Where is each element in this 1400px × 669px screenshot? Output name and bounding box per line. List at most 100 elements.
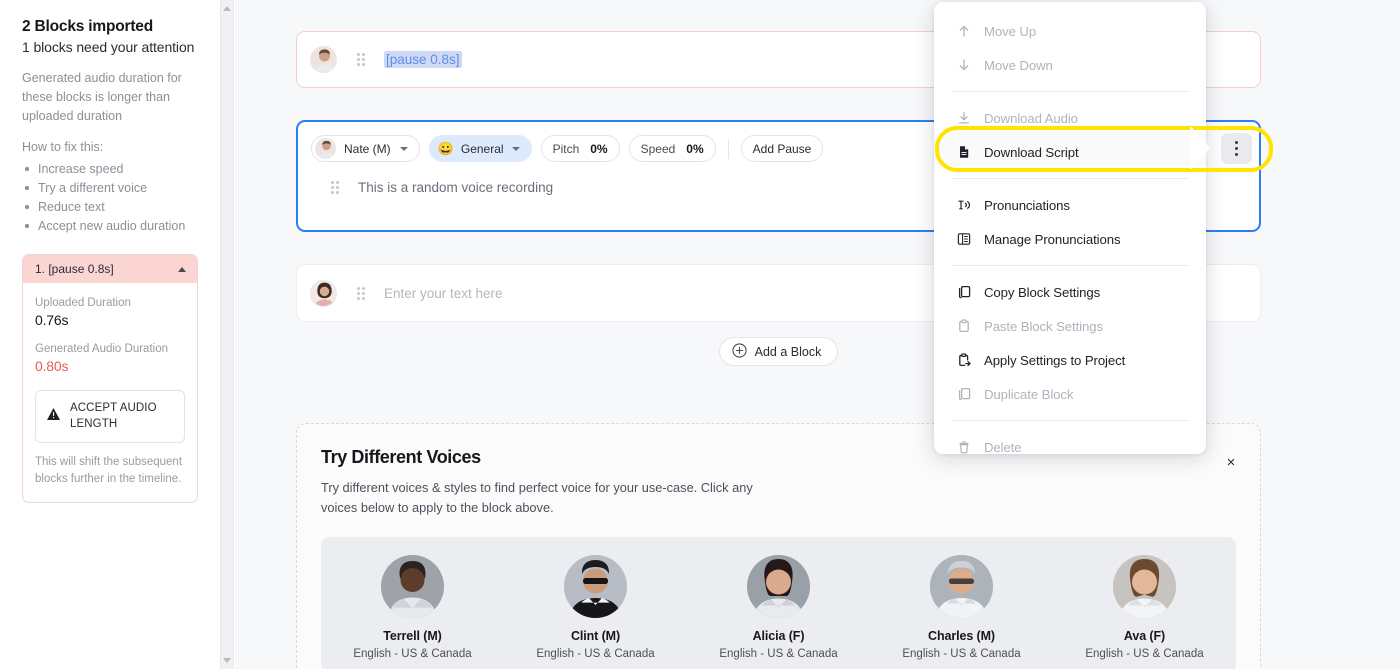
voice-language: English - US & Canada: [536, 647, 655, 660]
list-item: Increase speed: [22, 160, 206, 179]
menu-item-download-script[interactable]: Download Script: [934, 135, 1206, 169]
trash-icon: [956, 440, 971, 455]
download-icon: [956, 111, 971, 126]
voice-name: Ava (F): [1123, 628, 1166, 643]
fix-suggestions-list: Increase speed Try a different voice Red…: [22, 160, 206, 236]
voice-card-alicia[interactable]: Alicia (F) English - US & Canada: [687, 554, 870, 660]
list-item: Reduce text: [22, 198, 206, 217]
menu-item-duplicate-block[interactable]: Duplicate Block: [934, 377, 1206, 411]
block-more-options-button[interactable]: [1221, 133, 1252, 164]
block-context-menu: Move Up Move Down Download Audio Downloa…: [934, 2, 1206, 455]
pitch-label: Pitch: [552, 141, 580, 156]
menu-item-pronunciations[interactable]: Pronunciations: [934, 188, 1206, 222]
chevron-down-icon: [399, 146, 408, 151]
charles-avatar: [930, 554, 993, 618]
accept-audio-note: This will shift the subsequent blocks fu…: [35, 455, 183, 485]
clipboard-icon: [956, 319, 971, 334]
drag-handle-icon[interactable]: [357, 53, 368, 66]
style-selector-label: General: [460, 141, 504, 156]
voice-name: Clint (M): [570, 628, 621, 643]
app-root: 2 Blocks imported 1 blocks need your att…: [0, 0, 1400, 669]
voice-name: Alicia (F): [752, 628, 805, 643]
scroll-up-arrow-icon[interactable]: [223, 6, 231, 11]
drag-handle-icon[interactable]: [331, 181, 342, 194]
alicia-avatar: [747, 554, 810, 618]
voice-language: English - US & Canada: [902, 647, 1021, 660]
voice-card-terrell[interactable]: Terrell (M) English - US & Canada: [321, 554, 504, 660]
pitch-value: 0%: [590, 141, 608, 156]
menu-item-move-up[interactable]: Move Up: [934, 14, 1206, 48]
ava-avatar: [1113, 554, 1176, 618]
menu-item-label: Move Down: [984, 57, 1053, 73]
menu-item-paste-block-settings[interactable]: Paste Block Settings: [934, 309, 1206, 343]
clint-avatar: [564, 554, 627, 618]
menu-item-copy-block-settings[interactable]: Copy Block Settings: [934, 275, 1206, 309]
menu-item-label: Move Up: [984, 23, 1037, 39]
menu-separator: [951, 91, 1189, 92]
voice-card-charles[interactable]: Charles (M) English - US & Canada: [870, 554, 1053, 660]
menu-item-label: Copy Block Settings: [984, 284, 1101, 300]
voice-card-list: Terrell (M) English - US & Canada Clint …: [321, 536, 1236, 669]
menu-item-label: Duplicate Block: [984, 386, 1074, 402]
copy-icon: [956, 285, 971, 300]
voice-card-ava[interactable]: Ava (F) English - US & Canada: [1053, 554, 1236, 660]
block-empty-placeholder[interactable]: Enter your text here: [384, 286, 503, 301]
uploaded-duration-label: Uploaded Duration: [35, 297, 131, 309]
caret-up-icon[interactable]: [178, 266, 186, 272]
sidebar-subtitle: 1 blocks need your attention: [22, 39, 195, 55]
plus-circle-icon: [731, 342, 747, 361]
pronunciation-icon: [956, 198, 971, 213]
accept-audio-length-label: ACCEPT AUDIO LENGTH: [70, 402, 157, 431]
accept-audio-length-button[interactable]: ACCEPT AUDIO LENGTH: [35, 390, 185, 443]
block-pause-text[interactable]: [pause 0.8s]: [384, 51, 462, 68]
speed-control[interactable]: Speed 0%: [628, 135, 716, 162]
add-block-label: Add a Block: [754, 344, 822, 359]
menu-item-label: Download Script: [984, 144, 1079, 160]
menu-item-label: Download Audio: [984, 110, 1078, 126]
menu-item-delete[interactable]: Delete: [934, 430, 1206, 464]
attention-block-header[interactable]: 1. [pause 0.8s]: [23, 255, 197, 283]
editor-canvas: [pause 0.8s] Nate (M) 😀 General Pitch 0%…: [235, 0, 1400, 669]
try-voices-description: Try different voices & styles to find pe…: [321, 480, 753, 515]
warning-triangle-icon: [46, 407, 61, 426]
pitch-control[interactable]: Pitch 0%: [540, 135, 620, 162]
voice-card-clint[interactable]: Clint (M) English - US & Canada: [504, 554, 687, 660]
menu-item-download-audio[interactable]: Download Audio: [934, 101, 1206, 135]
close-icon[interactable]: ×: [1220, 451, 1242, 473]
menu-item-label: Delete: [984, 439, 1022, 455]
block-voice-text[interactable]: This is a random voice recording: [358, 180, 553, 195]
generated-duration-value: 0.80s: [35, 358, 69, 374]
add-pause-button[interactable]: Add Pause: [740, 135, 824, 162]
voice-name: Charles (M): [928, 628, 995, 643]
menu-item-label: Pronunciations: [984, 197, 1070, 213]
sidebar-title: 2 Blocks imported: [22, 18, 153, 35]
vertical-scrollbar[interactable]: [220, 0, 234, 669]
chevron-down-icon: [511, 146, 520, 151]
terrell-avatar: [381, 554, 444, 618]
grinning-face-emoji: 😀: [437, 141, 454, 156]
nate-avatar: [310, 46, 337, 73]
drag-handle-icon[interactable]: [357, 286, 368, 300]
menu-item-label: Apply Settings to Project: [984, 352, 1126, 368]
menu-item-apply-settings-to-project[interactable]: Apply Settings to Project: [934, 343, 1206, 377]
add-block-button[interactable]: Add a Block: [718, 337, 839, 366]
list-item: Try a different voice: [22, 179, 206, 198]
scroll-down-arrow-icon[interactable]: [223, 658, 231, 663]
style-selector[interactable]: 😀 General: [428, 135, 532, 162]
duplicate-icon: [956, 387, 971, 402]
sidebar-description: Generated audio duration for these block…: [22, 71, 182, 123]
speed-value: 0%: [686, 141, 704, 156]
menu-separator: [951, 265, 1189, 266]
menu-item-label: Manage Pronunciations: [984, 231, 1121, 247]
voice-language: English - US & Canada: [353, 647, 472, 660]
voice-language: English - US & Canada: [719, 647, 838, 660]
menu-item-move-down[interactable]: Move Down: [934, 48, 1206, 82]
voice-selector[interactable]: Nate (M): [311, 135, 420, 162]
menu-item-label: Paste Block Settings: [984, 318, 1103, 334]
menu-item-manage-pronunciations[interactable]: Manage Pronunciations: [934, 222, 1206, 256]
attention-block-card: 1. [pause 0.8s] Uploaded Duration 0.76s …: [22, 254, 198, 504]
speed-label: Speed: [640, 141, 676, 156]
add-pause-label: Add Pause: [752, 141, 812, 156]
voice-selector-label: Nate (M): [344, 141, 391, 156]
menu-separator: [951, 420, 1189, 421]
